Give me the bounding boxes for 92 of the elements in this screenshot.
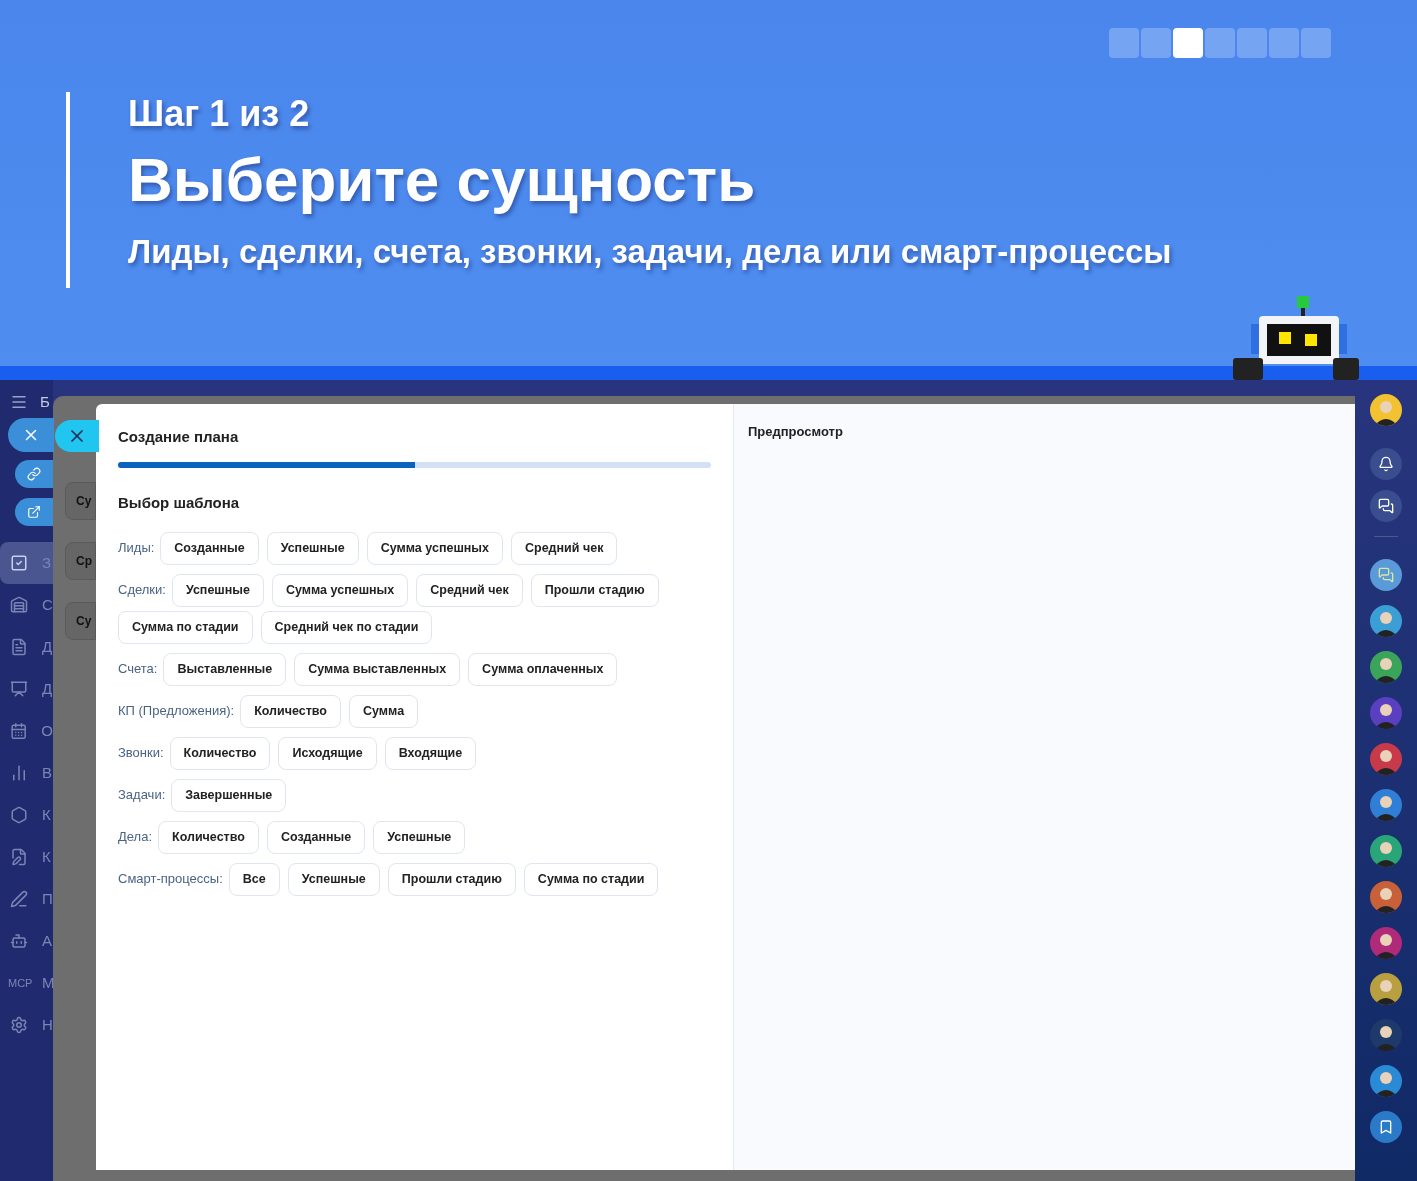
close-button[interactable] bbox=[8, 418, 54, 452]
template-button[interactable]: Успешные bbox=[171, 573, 264, 607]
sidebar-item[interactable]: В bbox=[0, 752, 53, 794]
messages-icon bbox=[1378, 567, 1394, 583]
template-button[interactable]: Средний чек bbox=[511, 531, 618, 565]
avatar[interactable] bbox=[1370, 927, 1402, 959]
group-label: Задачи: bbox=[118, 786, 166, 805]
avatar[interactable] bbox=[1370, 743, 1402, 775]
messages-button[interactable] bbox=[1370, 559, 1402, 591]
sidebar-item[interactable]: Д bbox=[0, 668, 53, 710]
template-button[interactable]: Средний чек bbox=[416, 573, 523, 607]
bookmark-icon bbox=[1378, 1119, 1394, 1135]
template-button[interactable]: Созданные bbox=[266, 820, 366, 854]
banner-title: Выберите сущность bbox=[128, 144, 757, 216]
template-button[interactable]: Средний чек по стадии bbox=[260, 610, 433, 644]
template-button[interactable]: Количество bbox=[169, 736, 271, 770]
bell-icon bbox=[1378, 456, 1394, 472]
sidebar-item[interactable]: Н bbox=[0, 1004, 53, 1046]
group-label: Звонки: bbox=[118, 744, 164, 763]
background-card: Ср bbox=[65, 542, 96, 580]
background-card: Су bbox=[65, 602, 96, 640]
chat-icon bbox=[1378, 498, 1394, 514]
sidebar-icon bbox=[10, 890, 28, 908]
template-button[interactable]: Сумма оплаченных bbox=[468, 652, 618, 686]
link-icon bbox=[27, 467, 41, 481]
background-card: Су bbox=[65, 482, 96, 520]
sidebar-icon bbox=[10, 806, 28, 824]
section-title: Выбор шаблона bbox=[118, 493, 241, 513]
sidebar-icon bbox=[10, 680, 28, 698]
sidebar-header: Б bbox=[40, 391, 50, 412]
template-button[interactable]: Сумма bbox=[349, 694, 419, 728]
template-button[interactable]: Выставленные bbox=[163, 652, 287, 686]
template-button[interactable]: Успешные bbox=[287, 862, 380, 896]
avatar[interactable] bbox=[1370, 881, 1402, 913]
sidebar-icon bbox=[10, 638, 28, 656]
avatar[interactable] bbox=[1370, 789, 1402, 821]
sidebar-item[interactable]: О bbox=[0, 710, 53, 752]
template-button[interactable]: Завершенные bbox=[171, 778, 287, 812]
sidebar-icon bbox=[10, 764, 28, 782]
template-button[interactable]: Успешные bbox=[266, 531, 359, 565]
external-link-button[interactable] bbox=[15, 498, 53, 526]
notifications-button[interactable] bbox=[1370, 448, 1402, 480]
preview-title: Предпросмотр bbox=[748, 423, 844, 441]
sidebar-item[interactable]: П bbox=[0, 878, 53, 920]
sidebar-item[interactable]: К bbox=[0, 794, 53, 836]
sidebar-icon bbox=[10, 722, 28, 740]
link-button[interactable] bbox=[15, 460, 53, 488]
sidebar-icon bbox=[10, 848, 28, 866]
group-label: Сделки: bbox=[118, 581, 166, 600]
avatar[interactable] bbox=[1370, 605, 1402, 637]
template-button[interactable]: Входящие bbox=[384, 736, 477, 770]
template-button[interactable]: Успешные bbox=[373, 820, 466, 854]
group-label: Смарт-процессы: bbox=[118, 870, 223, 889]
template-button[interactable]: Сумма выставленных bbox=[294, 652, 461, 686]
menu-icon[interactable] bbox=[10, 393, 28, 411]
sidebar-item[interactable]: А bbox=[0, 920, 53, 962]
template-button[interactable]: Сумма успешных bbox=[271, 573, 409, 607]
group-label: Лиды: bbox=[118, 539, 155, 558]
template-button[interactable]: Прошли стадию bbox=[530, 573, 659, 607]
template-button[interactable]: Прошли стадию bbox=[387, 862, 516, 896]
avatar[interactable] bbox=[1370, 1065, 1402, 1097]
avatar[interactable] bbox=[1370, 697, 1402, 729]
sidebar-item[interactable]: Д bbox=[0, 626, 53, 668]
chat-button[interactable] bbox=[1370, 490, 1402, 522]
banner-subtitle: Лиды, сделки, счета, звонки, задачи, дела или смарт-процессы bbox=[128, 232, 1172, 272]
group-label: КП (Предложения): bbox=[118, 702, 235, 721]
sidebar-icon bbox=[10, 554, 28, 572]
avatar[interactable] bbox=[1370, 651, 1402, 683]
sidebar-item[interactable]: MCP М bbox=[0, 962, 53, 1004]
avatar[interactable] bbox=[1370, 835, 1402, 867]
template-button[interactable]: Сумма по стадии bbox=[523, 862, 659, 896]
sidebar-icon bbox=[10, 932, 28, 950]
avatar[interactable] bbox=[1370, 1019, 1402, 1051]
template-button[interactable]: Созданные bbox=[160, 531, 259, 565]
sidebar-icon bbox=[10, 1016, 28, 1034]
template-button[interactable]: Количество bbox=[240, 694, 341, 728]
step-label: Шаг 1 из 2 bbox=[128, 92, 311, 136]
template-button[interactable]: Исходящие bbox=[278, 736, 377, 770]
template-button[interactable]: Сумма по стадии bbox=[118, 610, 253, 644]
modal-title: Создание плана bbox=[118, 428, 240, 446]
avatar[interactable] bbox=[1370, 973, 1402, 1005]
sidebar-item[interactable]: К bbox=[0, 836, 53, 878]
external-link-icon bbox=[27, 505, 41, 519]
bookmark-button[interactable] bbox=[1370, 1111, 1402, 1143]
avatar[interactable] bbox=[1370, 394, 1402, 426]
group-label: Счета: bbox=[118, 660, 158, 679]
template-button[interactable]: Количество bbox=[158, 820, 259, 854]
template-button[interactable]: Сумма успешных bbox=[366, 531, 503, 565]
group-label: Дела: bbox=[118, 828, 153, 847]
sidebar-icon bbox=[10, 596, 28, 614]
sidebar-item[interactable]: С bbox=[0, 584, 53, 626]
template-button[interactable]: Все bbox=[228, 862, 280, 896]
